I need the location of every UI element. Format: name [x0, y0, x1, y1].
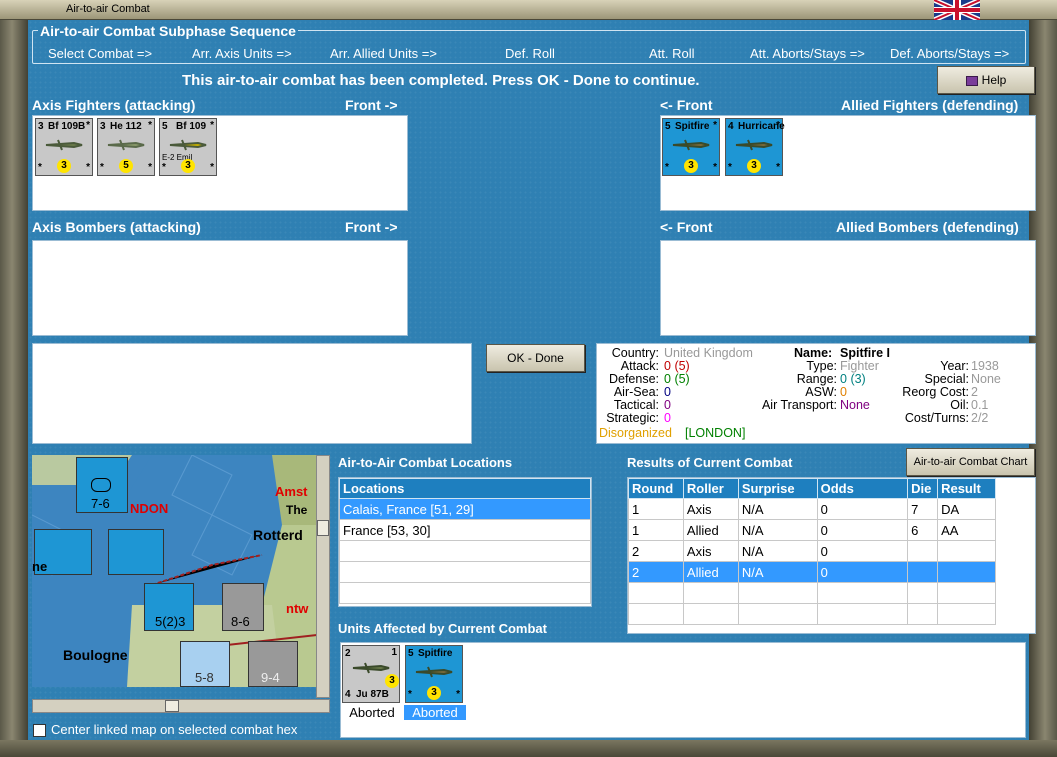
uk-flag-icon: [934, 0, 980, 20]
window-frame-left: [0, 20, 30, 757]
allied-bombers-front: <- Front: [660, 219, 713, 235]
allied-bombers-box[interactable]: [660, 240, 1036, 336]
plane-icon: [45, 139, 83, 151]
help-button[interactable]: Help: [937, 66, 1035, 94]
locations-list[interactable]: Locations Calais, France [51, 29] France…: [338, 477, 592, 607]
affected-unit-status: Aborted: [404, 705, 466, 720]
allied-bombers-label: Allied Bombers (defending): [836, 219, 1019, 235]
window-title: Air-to-air Combat: [66, 3, 150, 15]
results-row[interactable]: 2 Allied N/A 0: [628, 561, 996, 583]
map-unit-counter[interactable]: [108, 529, 164, 575]
step-att-roll: Att. Roll: [649, 46, 695, 61]
axis-bombers-front: Front ->: [345, 219, 398, 235]
results-row[interactable]: 1 Allied N/A 0 6 AA: [628, 519, 996, 541]
subphase-legend: Air-to-air Combat Subphase Sequence: [38, 23, 298, 39]
allied-fighter-counter[interactable]: 4 Hurricane * * * 3: [725, 118, 785, 176]
location-row[interactable]: France [53, 30]: [339, 519, 591, 541]
map-unit-counter[interactable]: 5-8: [180, 641, 230, 687]
book-icon: [965, 75, 978, 86]
results-row[interactable]: 1 Axis N/A 0 7 DA: [628, 498, 996, 520]
title-bar: Air-to-air Combat: [0, 0, 1057, 20]
linked-map[interactable]: 7-6 5(2)3 8-6 5-8 9-4 NDON Amst The Rott…: [32, 455, 317, 687]
combat-chart-button[interactable]: Air-to-air Combat Chart: [906, 448, 1035, 476]
results-table[interactable]: Round Roller Surprise Odds Die Result 1A…: [627, 477, 1036, 634]
locations-header: Locations: [339, 478, 591, 499]
map-vertical-scrollbar[interactable]: [316, 455, 330, 698]
ok-done-button[interactable]: OK - Done: [486, 344, 585, 372]
plane-icon: [672, 139, 710, 151]
axis-fighter-counter[interactable]: 3 Bf 109B * * * 3: [35, 118, 93, 176]
results-row[interactable]: 2 Axis N/A 0: [628, 540, 996, 562]
results-title: Results of Current Combat: [627, 455, 793, 470]
affected-title: Units Affected by Current Combat: [338, 621, 547, 636]
allied-fighters-front: <- Front: [660, 97, 713, 113]
window-frame-bottom: [0, 740, 1057, 757]
step-def-aborts: Def. Aborts/Stays =>: [890, 46, 1010, 61]
affected-unit-status: Aborted: [342, 705, 402, 720]
location-row[interactable]: Calais, France [51, 29]: [339, 498, 591, 520]
map-horizontal-scrollbar[interactable]: [32, 699, 330, 713]
axis-fighters-label: Axis Fighters (attacking): [32, 97, 196, 113]
map-unit-counter[interactable]: 8-6: [222, 583, 264, 631]
plane-icon: [735, 139, 773, 151]
allied-fighter-counter[interactable]: 5 Spitfire * * * 3: [662, 118, 720, 176]
map-unit-counter[interactable]: 7-6: [76, 457, 128, 513]
locations-title: Air-to-Air Combat Locations: [338, 455, 513, 470]
affected-unit-counter[interactable]: 2 1 4 Ju 87B 3: [342, 645, 400, 703]
strategic-value: 0: [664, 411, 671, 425]
plane-icon: [169, 139, 207, 151]
map-unit-counter[interactable]: 5(2)3: [144, 583, 194, 631]
axis-fighter-counter[interactable]: 3 He 112 * * * 5: [97, 118, 155, 176]
status-message: This air-to-air combat has been complete…: [182, 72, 700, 89]
center-map-checkbox[interactable]: [33, 724, 46, 737]
step-arr-allied: Arr. Allied Units =>: [330, 46, 437, 61]
airtransport-value: None: [840, 398, 870, 412]
step-select-combat: Select Combat =>: [48, 46, 153, 61]
disorganized-label: Disorganized: [599, 426, 672, 440]
plane-icon: [415, 666, 453, 678]
plane-icon: [352, 662, 390, 674]
results-header-row: Round Roller Surprise Odds Die Result: [628, 478, 996, 499]
unit-info-panel: Country: United Kingdom Name: Spitfire I…: [596, 343, 1036, 444]
axis-fighter-counter[interactable]: 5 Bf 109 * E-2 Emil * * 3: [159, 118, 217, 176]
step-def-roll: Def. Roll: [505, 46, 555, 61]
axis-bombers-label: Axis Bombers (attacking): [32, 219, 201, 235]
step-arr-axis: Arr. Axis Units =>: [192, 46, 292, 61]
map-unit-counter[interactable]: 9-4: [248, 641, 298, 687]
center-map-checkbox-label: Center linked map on selected combat hex: [51, 722, 298, 737]
axis-fighters-front: Front ->: [345, 97, 398, 113]
step-att-aborts: Att. Aborts/Stays =>: [750, 46, 865, 61]
unit-location: [LONDON]: [685, 426, 746, 440]
plane-icon: [107, 139, 145, 151]
allied-fighters-label: Allied Fighters (defending): [841, 97, 1019, 113]
costturns-value: 2/2: [971, 411, 989, 425]
axis-bombers-box[interactable]: [32, 240, 408, 336]
combat-message-box: [32, 343, 472, 444]
affected-unit-counter[interactable]: 5 Spitfire * * 3: [405, 645, 463, 703]
